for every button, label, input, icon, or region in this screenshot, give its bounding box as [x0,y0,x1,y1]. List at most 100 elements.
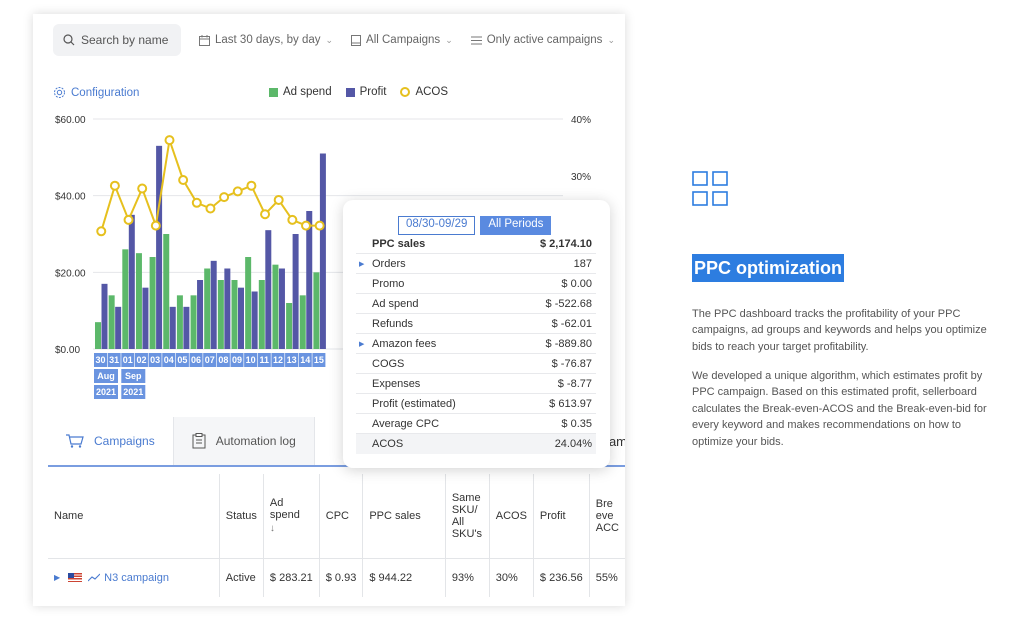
legend-ad-spend[interactable]: Ad spend [269,86,332,98]
tab-automation-log[interactable]: Automation log [173,417,315,465]
bar-ad-spend [313,272,320,349]
x-tick-label: 11 [260,355,270,365]
bar-ad-spend [190,295,197,349]
acos-point [164,135,175,146]
campaigns-filter[interactable]: All Campaigns ⌄ [351,34,453,46]
filter-bar: Search by name Last 30 days, by day ⌄ Al… [53,24,615,56]
summary-row: Average CPC $ 0.35 [356,414,596,434]
summary-row-value: $ -522.68 [545,297,592,310]
col-acos[interactable]: ACOS [489,474,534,559]
chevron-down-icon: ⌄ [325,34,334,45]
x-tick-label: 02 [136,355,146,365]
configuration-link[interactable]: Configuration [53,86,139,99]
x-tick-label: 05 [177,355,187,365]
expand-icon[interactable]: ▶ [359,340,364,348]
col-ad-spend[interactable]: Ad spend ↓ [263,474,320,559]
feature-paragraph-1: The PPC dashboard tracks the profitabili… [692,308,987,353]
cell-same-sku: 93% [445,558,490,597]
chevron-down-icon: ⌄ [607,34,615,45]
summary-row-value: $ -76.87 [551,357,592,370]
summary-row-value: 24.04% [554,438,592,450]
summary-row-value: $ 2,174.10 [540,237,592,250]
summary-row: Expenses $ -8.77 [356,374,596,394]
summary-row-label: Ad spend [372,297,419,310]
feature-title: PPC optimization [692,254,844,282]
summary-row-value: $ 0.00 [561,277,592,290]
summary-row: Profit (estimated) $ 613.97 [356,394,596,414]
summary-row-value: $ 613.97 [549,397,592,410]
col-same-sku[interactable]: Same SKU/ All SKU's [445,474,490,559]
col-cpc[interactable]: CPC [319,474,364,559]
year-label: 2021 [123,387,143,397]
expand-icon[interactable]: ▶ [359,260,364,268]
bar-profit [319,153,326,349]
cell-ad-spend: $ 283.21 [263,558,320,597]
x-tick-label: 04 [164,355,174,365]
col-status[interactable]: Status [219,474,264,559]
chevron-down-icon: ⌄ [445,34,453,45]
period-button[interactable]: 08/30-09/29 [398,216,476,235]
acos-point [96,226,107,237]
cell-name[interactable]: ▶ N3 campaign [48,558,220,597]
acos-point [178,175,189,185]
bar-ad-spend [286,303,293,349]
chart-legend: Ad spend Profit ACOS [269,86,462,98]
expand-icon[interactable]: ▶ [54,573,60,582]
summary-rows: PPC sales $ 2,174.10 ▶ Orders 187 Promo $ 0.00… [356,234,596,454]
bar-ad-spend [95,322,101,349]
period-filter[interactable]: Last 30 days, by day ⌄ [199,34,333,46]
summary-row-label: Average CPC [372,417,440,430]
y-tick-label: $60.00 [55,115,86,126]
summary-row[interactable]: ▶ Amazon fees $ -889.80 [356,334,596,354]
summary-row-value: 187 [573,257,592,270]
bar-profit [142,287,149,349]
acos-point [314,220,325,231]
search-icon [63,34,75,46]
x-tick-label: 01 [123,355,133,365]
legend-acos[interactable]: ACOS [400,86,448,98]
all-periods-button[interactable]: All Periods [480,216,552,235]
bar-profit [224,268,231,349]
col-profit[interactable]: Profit [533,474,590,559]
col-ppc-sales[interactable]: PPC sales [362,474,446,559]
y-tick-label: $40.00 [55,192,86,203]
acos-point [205,203,216,214]
tab-campaigns[interactable]: Campaigns [48,417,174,465]
acos-point [219,192,230,203]
legend-label: Ad spend [283,86,332,98]
sort-arrow-icon: ↓ [269,523,275,535]
bar-profit [128,214,135,349]
summary-row[interactable]: ▶ Orders 187 [356,254,596,274]
bar-ad-spend [149,257,156,349]
acos-point [301,220,311,231]
active-filter[interactable]: Only active campaigns ⌄ [470,34,615,46]
summary-row-label: Promo [372,277,405,290]
summary-row: Refunds $ -62.01 [356,314,596,334]
y2-tick-label: 30% [571,172,591,183]
bar-profit [115,306,122,349]
search-input[interactable]: Search by name [53,24,181,56]
bar-profit [278,268,285,349]
calendar-icon [199,34,210,46]
us-flag-icon [68,573,83,582]
bar-ad-spend [108,295,115,349]
bar-profit [197,280,204,349]
bar-profit [265,230,272,349]
col-name[interactable]: Name [48,474,220,559]
table-header-row: Name Status Ad spend ↓ CPC PPC sales Same… [48,474,625,559]
bar-ad-spend [204,268,211,349]
legend-profit[interactable]: Profit [345,86,387,98]
bar-profit [169,306,176,349]
summary-popup: 08/30-09/29 All Periods PPC sales $ 2,174… [343,200,610,468]
x-tick-label: 30 [95,355,105,365]
acos-point [246,180,257,191]
tab-truncated-label: am [608,433,625,449]
cell-breakeven: 55% [595,571,618,584]
document-icon [351,34,362,46]
active-filter-label: Only active campaigns [486,34,603,46]
campaign-name-link[interactable]: N3 campaign [104,572,169,584]
table-row[interactable]: ▶ N3 campaign Active $ 283.21 $ 0.93 $ 94… [48,558,625,597]
list-icon [470,36,482,45]
legend-label: Profit [359,86,387,98]
col-breakeven[interactable]: Bre eve ACC [589,474,625,559]
